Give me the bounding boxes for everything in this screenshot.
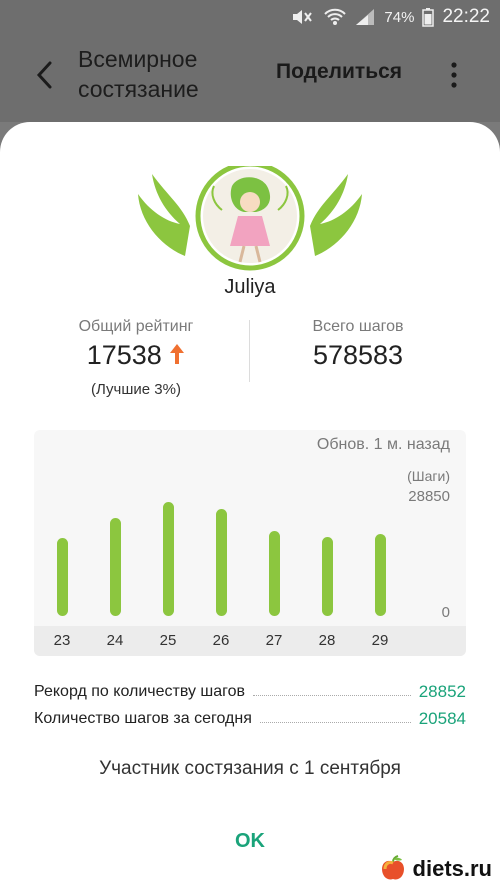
chart-unit-label: (Шаги) bbox=[407, 468, 450, 484]
record-value: 28852 bbox=[418, 682, 466, 701]
total-steps-value: 578583 bbox=[312, 340, 404, 370]
total-steps: Всего шагов 578583 bbox=[248, 318, 468, 371]
left-wing-icon bbox=[138, 174, 190, 256]
chart-bar-24 bbox=[110, 518, 121, 616]
ok-button[interactable]: OK bbox=[210, 824, 290, 858]
avatar-with-wings bbox=[138, 161, 362, 271]
rank-percentile: (Лучшие 3%) bbox=[91, 381, 181, 398]
battery-percent: 74% bbox=[384, 8, 415, 26]
participant-since: Участник состязания с 1 сентября bbox=[99, 758, 401, 779]
more-options-icon[interactable] bbox=[446, 60, 462, 90]
chart-x-label-29: 29 bbox=[371, 632, 389, 649]
user-name: Juliya bbox=[224, 276, 276, 298]
steps-chart: Обнов. 1 м. назад (Шаги) 28850 0 23 24 25 2… bbox=[34, 430, 466, 656]
app-bar: Всемирное состязание Поделиться bbox=[0, 36, 500, 122]
challenge-dialog: Juliya Общий рейтинг 17538 (Лучшие 3%) В… bbox=[0, 122, 500, 889]
apple-icon bbox=[381, 855, 404, 880]
chart-updated-label: Обнов. 1 м. назад bbox=[316, 436, 450, 453]
chart-bar-29 bbox=[375, 534, 386, 616]
chart-bar-28 bbox=[322, 537, 333, 616]
dot-leader bbox=[259, 721, 411, 723]
chart-bar-23 bbox=[57, 538, 68, 616]
chart-x-label-28: 28 bbox=[318, 632, 336, 649]
page-title: Всемирное состязание bbox=[78, 46, 199, 102]
record-label: Рекорд по количеству шагов bbox=[34, 683, 246, 700]
chart-x-label-24: 24 bbox=[106, 632, 124, 649]
overall-rank: Общий рейтинг 17538 (Лучшие 3%) bbox=[26, 318, 246, 398]
chart-y-min-label: 0 bbox=[441, 604, 450, 621]
battery-icon bbox=[422, 8, 435, 27]
mute-icon bbox=[293, 10, 313, 24]
today-row: Количество шагов за сегодня 20584 bbox=[34, 707, 466, 731]
signal-icon bbox=[356, 9, 375, 25]
chart-bar-25 bbox=[163, 502, 174, 616]
share-button[interactable]: Поделиться bbox=[276, 60, 402, 84]
chart-y-max-label: 28850 bbox=[408, 488, 450, 505]
chart-x-label-23: 23 bbox=[53, 632, 71, 649]
today-label: Количество шагов за сегодня bbox=[34, 710, 252, 727]
avatar[interactable] bbox=[203, 169, 297, 263]
chart-x-label-27: 27 bbox=[265, 632, 283, 649]
rank-label: Общий рейтинг bbox=[78, 318, 194, 335]
clock: 22:22 bbox=[442, 6, 490, 27]
watermark-text: diets.ru bbox=[412, 856, 492, 881]
status-bar: 74% 22:22 bbox=[0, 0, 500, 36]
right-wing-icon bbox=[310, 174, 362, 256]
rank-up-arrow-icon bbox=[170, 344, 185, 364]
wifi-icon bbox=[324, 8, 347, 25]
chart-bar-27 bbox=[269, 531, 280, 616]
dot-leader bbox=[253, 694, 411, 696]
chart-x-axis: 23 24 25 26 27 28 29 bbox=[34, 626, 466, 656]
chart-x-label-25: 25 bbox=[159, 632, 177, 649]
chart-x-label-26: 26 bbox=[212, 632, 230, 649]
chart-bar-26 bbox=[216, 509, 227, 616]
today-value: 20584 bbox=[418, 709, 466, 728]
record-row: Рекорд по количеству шагов 28852 bbox=[34, 680, 466, 704]
back-arrow-icon[interactable] bbox=[28, 58, 62, 92]
avatar-header bbox=[0, 161, 500, 271]
total-steps-label: Всего шагов bbox=[312, 318, 404, 335]
watermark: diets.ru bbox=[379, 855, 492, 883]
rank-value: 17538 bbox=[86, 340, 162, 370]
